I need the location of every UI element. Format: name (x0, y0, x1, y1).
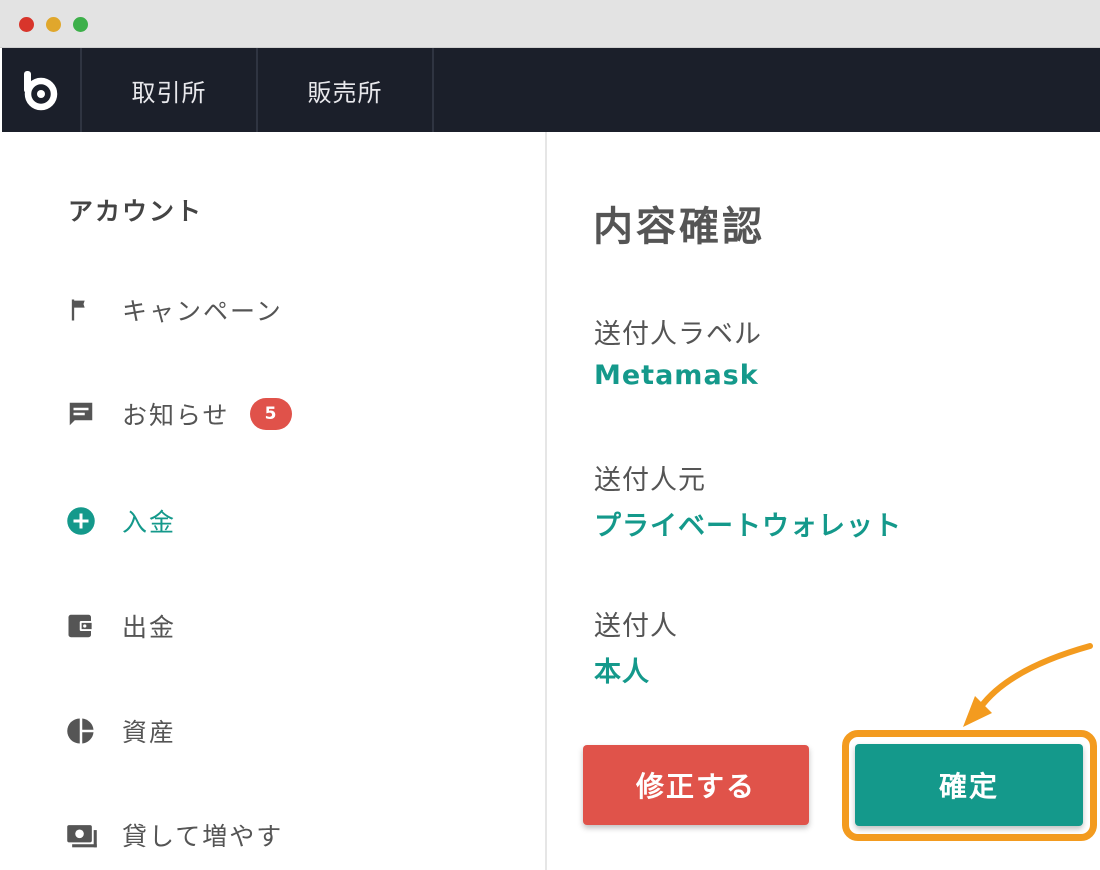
sidebar-item-assets[interactable]: 資産 (66, 711, 176, 751)
confirmation-panel: 内容確認 送付人ラベル Metamask 送付人元 プライベートウォレット 送付… (549, 132, 1100, 870)
confirm-button[interactable]: 確定 (855, 744, 1083, 826)
close-window-button[interactable] (19, 17, 34, 32)
sidebar: アカウント キャンペーン お知らせ 5 入金 出金 資産 貸して増やす (2, 132, 547, 870)
sidebar-item-label: 貸して増やす (122, 822, 284, 851)
tab-sales[interactable]: 販売所 (258, 48, 434, 132)
page-title: 内容確認 (593, 204, 765, 250)
money-icon (66, 818, 100, 852)
maximize-window-button[interactable] (73, 17, 88, 32)
sidebar-heading: アカウント (68, 197, 204, 226)
sender-source-value: プライベートウォレット (594, 511, 902, 542)
flag-icon (66, 293, 100, 327)
sidebar-item-label: 出金 (122, 613, 177, 642)
sidebar-item-label: お知らせ (122, 401, 230, 430)
b-logo-icon (24, 71, 58, 111)
sidebar-item-lending[interactable]: 貸して増やす (66, 815, 283, 855)
sidebar-item-label: キャンペーン (122, 297, 283, 326)
message-icon (66, 397, 100, 431)
sidebar-item-notifications[interactable]: お知らせ 5 (66, 394, 292, 434)
sidebar-item-label: 入金 (122, 508, 177, 537)
app-header: 取引所 販売所 (2, 48, 1100, 132)
tab-exchange[interactable]: 取引所 (82, 48, 258, 132)
sender-label: 送付人 (594, 611, 678, 642)
logo[interactable] (2, 48, 82, 132)
sidebar-item-campaign[interactable]: キャンペーン (66, 290, 283, 330)
window-title-bar (0, 0, 1100, 48)
sidebar-item-label: 資産 (122, 718, 177, 747)
sender-label-value: Metamask (594, 360, 759, 391)
sidebar-item-deposit[interactable]: 入金 (66, 501, 176, 541)
plus-circle-icon (66, 504, 100, 538)
minimize-window-button[interactable] (46, 17, 61, 32)
pie-chart-icon (66, 714, 100, 748)
notification-badge: 5 (249, 398, 292, 430)
sidebar-item-withdraw[interactable]: 出金 (66, 606, 176, 646)
wallet-icon (66, 609, 100, 643)
sender-label-label: 送付人ラベル (594, 319, 762, 350)
edit-button[interactable]: 修正する (583, 745, 809, 825)
sender-value: 本人 (594, 657, 650, 688)
sender-source-label: 送付人元 (594, 465, 706, 496)
